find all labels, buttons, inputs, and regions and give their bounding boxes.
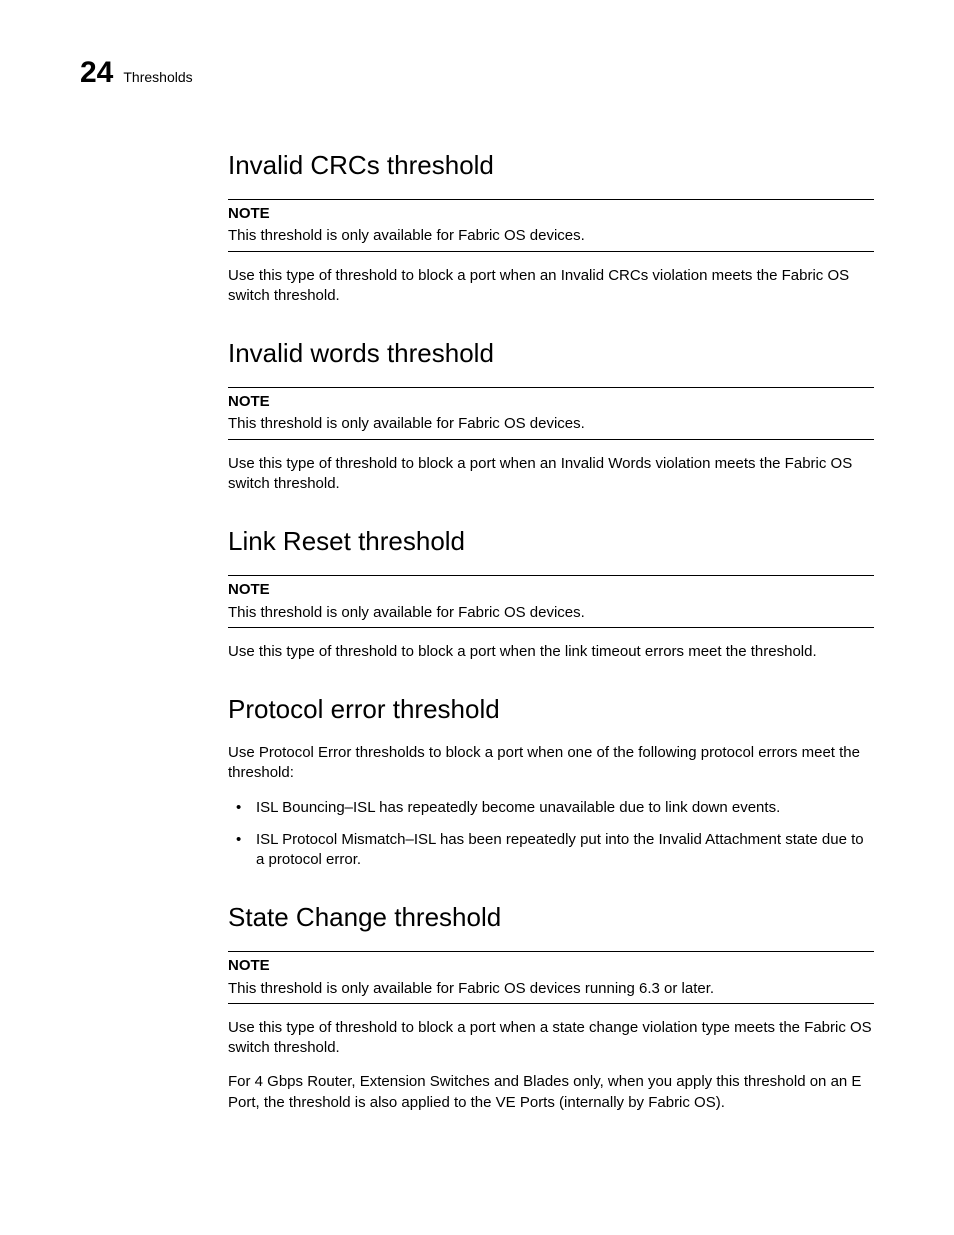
note-text: This threshold is only available for Fab…	[228, 226, 874, 246]
list-item: ISL Protocol Mismatch–ISL has been repea…	[228, 830, 874, 871]
chapter-number: 24	[80, 58, 113, 88]
note-rule-top	[228, 575, 874, 576]
note-invalid-words: NOTE This threshold is only available fo…	[228, 387, 874, 440]
header-title: Thresholds	[123, 68, 192, 87]
note-rule-top	[228, 951, 874, 952]
note-text: This threshold is only available for Fab…	[228, 979, 874, 999]
body-protocol-error: Use Protocol Error thresholds to block a…	[228, 743, 874, 784]
body-invalid-crcs: Use this type of threshold to block a po…	[228, 266, 874, 307]
note-link-reset: NOTE This threshold is only available fo…	[228, 575, 874, 628]
page-content: Invalid CRCs threshold NOTE This thresho…	[228, 148, 874, 1113]
body-invalid-words: Use this type of threshold to block a po…	[228, 454, 874, 495]
note-rule-top	[228, 387, 874, 388]
note-invalid-crcs: NOTE This threshold is only available fo…	[228, 199, 874, 252]
heading-link-reset: Link Reset threshold	[228, 524, 874, 559]
note-label: NOTE	[228, 956, 874, 976]
note-rule-bottom	[228, 627, 874, 628]
body-link-reset: Use this type of threshold to block a po…	[228, 642, 874, 662]
note-rule-bottom	[228, 439, 874, 440]
note-rule-top	[228, 199, 874, 200]
heading-protocol-error: Protocol error threshold	[228, 692, 874, 727]
note-label: NOTE	[228, 580, 874, 600]
list-item: ISL Bouncing–ISL has repeatedly become u…	[228, 798, 874, 818]
note-text: This threshold is only available for Fab…	[228, 603, 874, 623]
note-text: This threshold is only available for Fab…	[228, 414, 874, 434]
note-rule-bottom	[228, 1003, 874, 1004]
body-state-change-1: Use this type of threshold to block a po…	[228, 1018, 874, 1059]
body-state-change-2: For 4 Gbps Router, Extension Switches an…	[228, 1072, 874, 1113]
note-rule-bottom	[228, 251, 874, 252]
heading-invalid-words: Invalid words threshold	[228, 336, 874, 371]
note-state-change: NOTE This threshold is only available fo…	[228, 951, 874, 1004]
heading-invalid-crcs: Invalid CRCs threshold	[228, 148, 874, 183]
bullets-protocol-error: ISL Bouncing–ISL has repeatedly become u…	[228, 798, 874, 871]
note-label: NOTE	[228, 392, 874, 412]
heading-state-change: State Change threshold	[228, 900, 874, 935]
note-label: NOTE	[228, 204, 874, 224]
running-header: 24 Thresholds	[80, 58, 874, 88]
